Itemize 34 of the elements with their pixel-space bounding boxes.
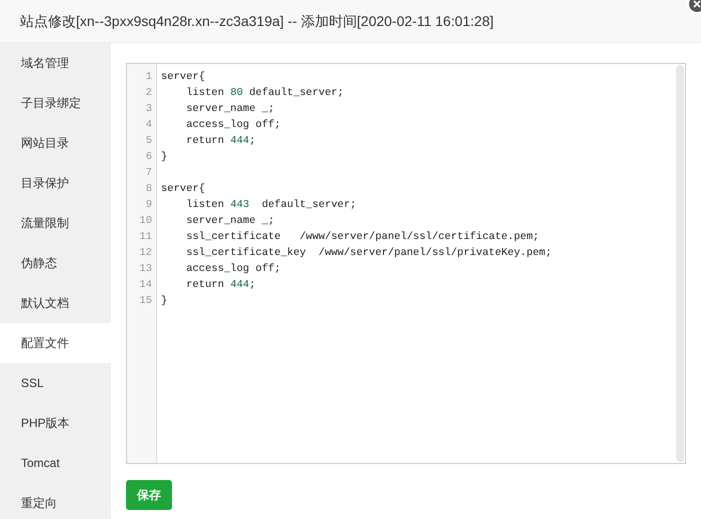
code-line: listen 80 default_server; [185, 86, 344, 101]
line-number: 7 [144, 166, 153, 181]
code-line: } [161, 150, 168, 165]
line-number: 10 [138, 214, 153, 229]
code-editor[interactable] [126, 63, 686, 464]
line-number: 5 [144, 134, 153, 149]
line-number: 6 [144, 150, 153, 165]
code-line: access_log off; [185, 262, 281, 277]
line-number: 14 [138, 278, 153, 293]
code-line: server_name _; [185, 102, 274, 117]
code-line: listen 443 default_server; [185, 198, 356, 213]
line-number: 2 [144, 86, 153, 101]
code-line: server{ [161, 182, 206, 197]
line-number: 15 [138, 294, 153, 309]
close-icon [693, 0, 701, 8]
code-line: access_log off; [185, 118, 281, 133]
line-number: 13 [138, 262, 153, 277]
line-number: 9 [144, 198, 153, 213]
code-line: return 444; [185, 278, 256, 293]
code-line: } [161, 294, 168, 309]
sidebar-item[interactable]: 配置文件 [0, 323, 111, 363]
code-line: ssl_certificate_key /www/server/panel/ssl/privateKey.pem; [185, 246, 552, 261]
line-number: 1 [144, 70, 153, 85]
window-title: 站点修改[xn--3pxx9sq4n28r.xn--zc3a319a] -- 添加时间[2020-02-11 16:01:28] [20, 12, 494, 31]
line-number: 4 [144, 118, 153, 133]
line-number: 11 [138, 230, 153, 245]
code-line: server_name _; [185, 214, 274, 229]
line-number: 12 [138, 246, 153, 261]
code-line: server{ [161, 70, 206, 85]
scrollbar[interactable] [676, 65, 684, 462]
code-line: ssl_certificate /www/server/panel/ssl/certificate.pem; [185, 230, 540, 245]
line-number: 8 [144, 182, 153, 197]
line-number: 3 [144, 102, 153, 117]
code-line: return 444; [185, 134, 256, 149]
